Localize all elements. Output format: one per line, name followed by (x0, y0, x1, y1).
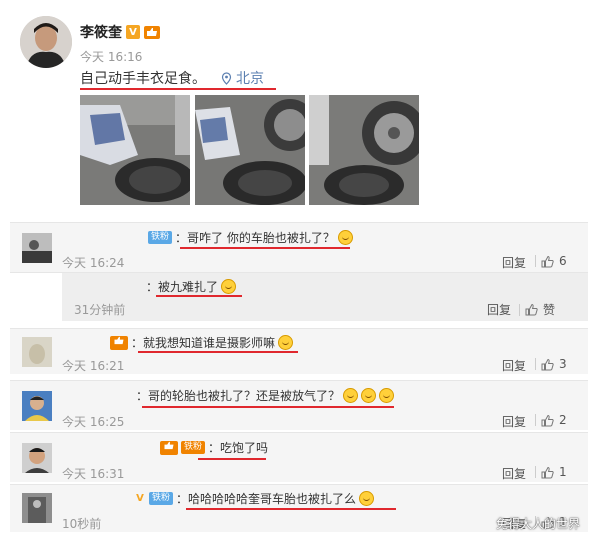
post-photo-3[interactable] (309, 95, 419, 205)
iron-fan-badge: 铁粉 (148, 231, 173, 244)
comment-text: 铁粉 ：吃饱了吗 (160, 439, 268, 456)
annotation-underline (198, 458, 266, 460)
doge-emoji-icon (221, 279, 237, 294)
comment-body: ：哥咋了 你的车胎也被扎了？ (175, 231, 335, 245)
comment-text: ：被九难扎了 (146, 278, 237, 295)
reply-button[interactable]: 回复 (502, 357, 526, 374)
doge-emoji-icon (278, 335, 294, 350)
like-count: 1 (559, 465, 567, 479)
thumbs-up-icon (541, 358, 554, 370)
comment-body: ：就我想知道谁是摄影师嘛 (131, 336, 276, 350)
reply-button[interactable]: 回复 (502, 465, 526, 482)
like-button[interactable]: 赞 (519, 301, 555, 318)
divider (535, 358, 536, 370)
doge-emoji-icon (337, 230, 353, 245)
like-count: 3 (559, 357, 567, 371)
commenter-avatar[interactable] (22, 493, 52, 523)
doge-emoji-icon (359, 491, 375, 506)
location-label: 北京 (236, 71, 264, 87)
like-count: 6 (559, 254, 567, 268)
comment-text: V 铁粉 ：哈哈哈哈哈奎哥车胎也被扎了么 (134, 490, 375, 507)
comment-text: ：哥的轮胎也被扎了？还是被放气了？ (136, 387, 395, 404)
author-name[interactable]: 李筱奎 (80, 22, 122, 42)
comment-time: 10秒前 (62, 517, 102, 531)
iron-fan-badge: 铁粉 (181, 441, 206, 454)
comment-item: ：就我想知道谁是摄影师嘛 今天 16:21 回复 3 (10, 328, 588, 374)
comment-time: 今天 16:21 (62, 359, 125, 373)
doge-emoji-icon (361, 388, 377, 403)
author-avatar[interactable] (20, 16, 72, 68)
reply-button[interactable]: 回复 (487, 301, 511, 318)
divider (535, 414, 536, 426)
thumbs-up-icon (541, 414, 554, 426)
comment-item: 铁粉 ：哥咋了 你的车胎也被扎了？ 今天 16:24 回复 6 (10, 222, 588, 272)
like-button[interactable]: 2 (535, 413, 567, 427)
post-text: 自己动手丰衣足食。 北京 (80, 68, 264, 88)
thumbs-up-icon (541, 255, 554, 267)
doge-emoji-icon (379, 388, 395, 403)
comment-body: ：哥的轮胎也被扎了？还是被放气了？ (136, 389, 341, 403)
divider (535, 255, 536, 267)
commenter-avatar[interactable] (22, 337, 52, 367)
comment-item: 铁粉 ：吃饱了吗 今天 16:31 回复 1 (10, 432, 588, 482)
reply-button[interactable]: 回复 (502, 413, 526, 430)
fan-badge-icon (110, 335, 128, 350)
divider (535, 466, 536, 478)
commenter-avatar[interactable] (22, 233, 52, 263)
watermark: 免得大人的世界 (496, 517, 581, 531)
weibo-post: 李筱奎 V 今天 16:16 自己动手丰衣足食。 北京 (0, 0, 600, 215)
divider (519, 303, 520, 316)
fan-badge-icon (144, 25, 160, 39)
comment-time: 今天 16:31 (62, 467, 125, 481)
like-button[interactable]: 6 (535, 254, 567, 268)
commenter-avatar[interactable] (22, 391, 52, 421)
thumbs-up-icon (525, 303, 538, 316)
comment-time: 今天 16:25 (62, 415, 125, 429)
fan-badge-icon (160, 440, 178, 455)
location-pin-icon (221, 71, 232, 85)
location-link[interactable]: 北京 (220, 68, 264, 88)
doge-emoji-icon (343, 388, 359, 403)
post-photo-2[interactable] (195, 95, 305, 205)
like-button[interactable]: 1 (535, 465, 567, 479)
commenter-avatar[interactable] (22, 443, 52, 473)
like-count: 赞 (543, 303, 556, 317)
iron-fan-badge: 铁粉 (149, 492, 174, 505)
annotation-underline (138, 351, 298, 353)
thumbs-up-icon (541, 466, 554, 478)
verified-icon: V (126, 25, 140, 39)
comment-time: 31分钟前 (74, 303, 126, 317)
post-photo-1[interactable] (80, 95, 190, 205)
annotation-underline (180, 247, 350, 249)
annotation-underline (142, 406, 394, 408)
annotation-underline (186, 508, 396, 510)
comment-item: ：哥的轮胎也被扎了？还是被放气了？ 今天 16:25 回复 2 (10, 380, 588, 430)
annotation-underline (80, 88, 276, 90)
comment-body: ：被九难扎了 (146, 280, 219, 294)
comment-time: 今天 16:24 (62, 256, 125, 270)
comment-reply-item: ：被九难扎了 31分钟前 回复 赞 (10, 272, 588, 321)
comment-body: ：吃饱了吗 (208, 441, 269, 455)
comment-text: 铁粉 ：哥咋了 你的车胎也被扎了？ (148, 229, 353, 246)
post-time[interactable]: 今天 16:16 (80, 48, 142, 65)
reply-button[interactable]: 回复 (502, 254, 526, 271)
comment-text: ：就我想知道谁是摄影师嘛 (110, 334, 294, 351)
verified-icon: V (136, 493, 144, 504)
like-button[interactable]: 3 (535, 357, 567, 371)
author-line: 李筱奎 V (80, 22, 160, 42)
comment-body: ：哈哈哈哈哈奎哥车胎也被扎了么 (176, 492, 357, 506)
post-content: 自己动手丰衣足食。 (80, 71, 206, 87)
like-count: 2 (559, 413, 567, 427)
annotation-underline (156, 295, 242, 297)
